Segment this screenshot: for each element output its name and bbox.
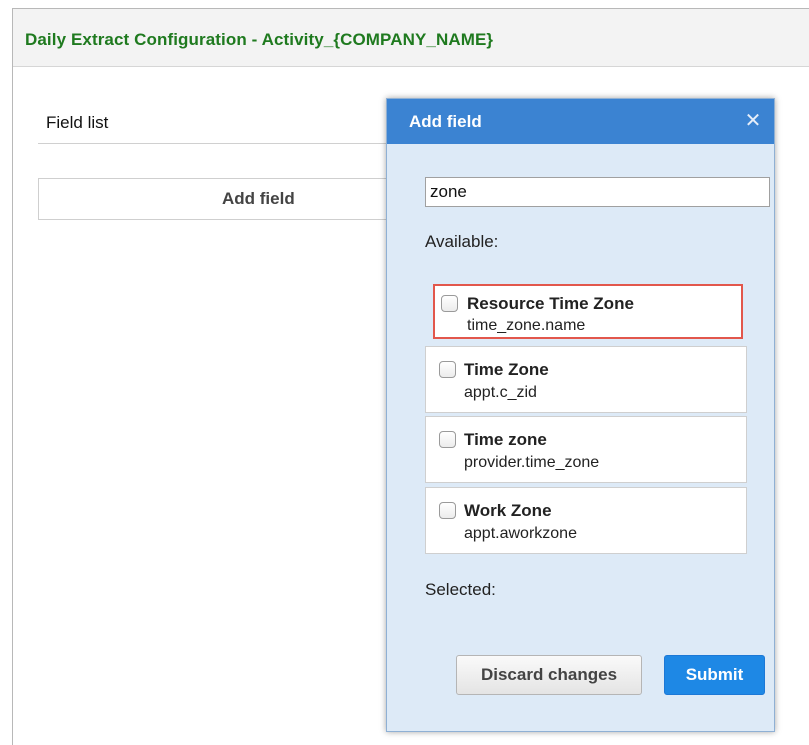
close-icon[interactable]: ✕ [742,109,764,132]
title-bar: Daily Extract Configuration - Activity_{… [13,9,809,67]
checkbox[interactable] [439,361,456,378]
field-key: appt.c_zid [464,384,537,401]
field-item-work-zone[interactable]: Work Zone appt.aworkzone [425,487,747,554]
field-key: appt.aworkzone [464,525,577,542]
field-item-time-zone[interactable]: Time Zone appt.c_zid [425,346,747,413]
frame-border-left [12,8,13,745]
field-key: time_zone.name [467,317,586,334]
field-name: Time zone [464,430,547,449]
discard-changes-button[interactable]: Discard changes [456,655,642,695]
field-item-resource-time-zone[interactable]: Resource Time Zone time_zone.name [433,284,743,339]
checkbox[interactable] [441,295,458,312]
checkbox[interactable] [439,502,456,519]
add-field-dialog: Add field ✕ Available: Resource Time Zon… [386,98,775,732]
add-field-button[interactable]: Add field [38,178,398,220]
selected-label: Selected: [425,580,496,599]
submit-button[interactable]: Submit [664,655,765,695]
checkbox[interactable] [439,431,456,448]
search-input[interactable] [425,177,770,207]
page-title: Daily Extract Configuration - Activity_{… [25,30,494,49]
divider [38,143,398,144]
field-key: provider.time_zone [464,454,600,471]
field-name: Work Zone [464,501,552,520]
field-name: Resource Time Zone [467,294,634,313]
field-item-time-zone-provider[interactable]: Time zone provider.time_zone [425,416,747,483]
field-name: Time Zone [464,360,549,379]
page: Daily Extract Configuration - Activity_{… [0,0,809,745]
available-label: Available: [425,232,499,251]
field-list-label: Field list [46,113,109,132]
dialog-header: Add field ✕ [387,99,774,144]
dialog-title: Add field [409,112,482,131]
